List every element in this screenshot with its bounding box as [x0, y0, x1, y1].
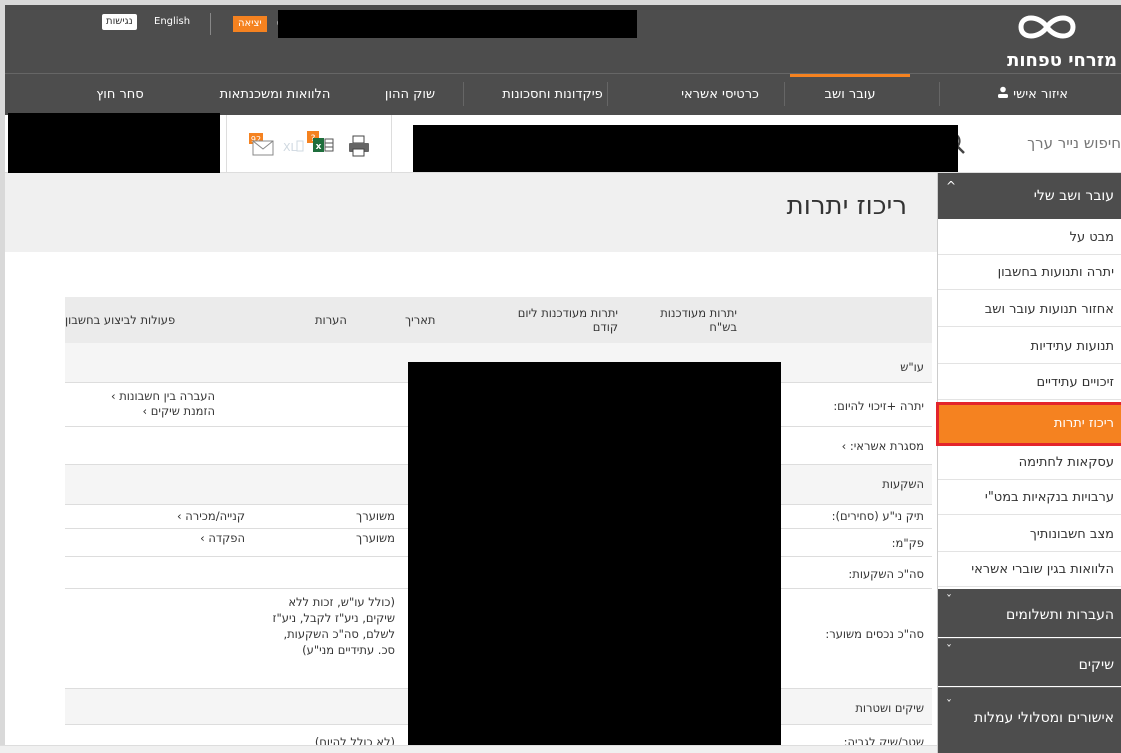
- column-header-actions: פעולות לביצוע בחשבון: [65, 313, 176, 327]
- horizontal-scrollbar[interactable]: [0, 745, 937, 753]
- table-header: יתרות מעודכנות בש"ח יתרות מעודכנות ליום …: [65, 297, 932, 343]
- row-label-deposits: פק"מ:: [891, 536, 924, 550]
- total-assets-note: (כולל עו"ש, זכות ללא שיקים, ניע"ז לקבל, …: [272, 595, 395, 657]
- credit-line-link[interactable]: מסגרת אשראי: ›: [842, 439, 924, 454]
- header-divider: [210, 13, 211, 35]
- nav-separator: [463, 82, 464, 106]
- bank-logo[interactable]: מזרחי טפחות: [987, 13, 1117, 71]
- redacted-account-details: [413, 125, 958, 172]
- security-search: [935, 115, 1121, 173]
- column-header-notes: הערות: [315, 313, 347, 327]
- transfer-between-accounts-link[interactable]: העברה בין חשבונות ›: [95, 389, 215, 404]
- mail-icon[interactable]: 92: [249, 133, 275, 156]
- print-icon[interactable]: [347, 135, 371, 157]
- logo-infinity-icon: [1018, 15, 1076, 39]
- deposits-note: משוערך: [356, 531, 395, 545]
- export-tools: 92 XL ? x: [226, 115, 392, 173]
- redacted-user-name: [278, 10, 637, 38]
- chevron-down-icon: ˇ: [946, 643, 952, 657]
- logout-button[interactable]: יציאה: [233, 16, 267, 32]
- sidebar-item-pending-signature[interactable]: עסקאות לחתימה: [938, 446, 1121, 480]
- nav-separator: [784, 82, 785, 106]
- chevron-down-icon: ˇ: [946, 698, 952, 712]
- chevron-down-icon: ˇ: [946, 593, 952, 607]
- nav-deposits-savings[interactable]: פיקדונות וחסכונות: [495, 74, 610, 115]
- main-navigation: איזור אישי עובר ושב כרטיסי אשראי פיקדונו…: [5, 73, 1121, 115]
- deposit-link[interactable]: הפקדה ›: [145, 531, 245, 546]
- securities-note: משוערך: [356, 509, 395, 523]
- page-title-band: ריכוז יתרות: [5, 173, 937, 252]
- sidebar-item-bank-guarantees[interactable]: ערבויות בנקאיות במט"י: [938, 481, 1121, 515]
- security-search-input[interactable]: [966, 129, 1121, 157]
- svg-text:XL: XL: [283, 141, 298, 154]
- accessibility-button[interactable]: נגישות: [102, 14, 137, 30]
- nav-loans-mortgages[interactable]: הלוואות ומשכנתאות: [200, 74, 350, 115]
- column-header-prev-balance: יתרות מעודכנות ליום קודם: [517, 306, 618, 334]
- row-label-checks-notes: שיקים ושטרות: [855, 701, 924, 715]
- nav-current-account[interactable]: עובר ושב: [790, 74, 910, 115]
- row-label-investments: השקעות: [882, 477, 924, 491]
- excel-icon[interactable]: ? x: [307, 131, 335, 153]
- buy-sell-link[interactable]: קנייה/מכירה ›: [145, 509, 245, 524]
- sidebar-item-future-transactions[interactable]: תנועות עתידיות: [938, 330, 1121, 364]
- sidebar-item-retrieve-transactions[interactable]: אחזור תנועות עובר ושב: [938, 293, 1121, 327]
- sidebar-item-credit-voucher-loans[interactable]: הלוואות בגין שוברי אשראי: [938, 553, 1121, 587]
- chevron-up-icon: ^: [946, 179, 957, 193]
- sidebar-item-accounts-status[interactable]: מצב חשבונותיך: [938, 518, 1121, 552]
- svg-text:x: x: [316, 142, 322, 152]
- logo-text: מזרחי טפחות: [1007, 50, 1117, 71]
- nav-capital-market[interactable]: שוק ההון: [370, 74, 450, 115]
- sidebar-section-approvals-fees[interactable]: אישורים ומסלולי עמלות ˇ: [938, 687, 1121, 753]
- english-language-link[interactable]: English: [154, 14, 190, 30]
- redacted-account-selector: [8, 113, 220, 174]
- sidebar-item-future-credits[interactable]: זיכויים עתידיים: [938, 366, 1121, 400]
- sidebar-section-transfers-payments[interactable]: העברות ותשלומים ˇ: [938, 589, 1121, 637]
- nav-separator: [939, 82, 940, 106]
- sidebar-menu: עובר ושב שלי ^ מבט על יתרה ותנועות בחשבו…: [936, 173, 1121, 753]
- disabled-excel-icon: XL: [281, 137, 305, 159]
- sidebar-section-checks[interactable]: שיקים ˇ: [938, 638, 1121, 686]
- column-header-ils-balance: יתרות מעודכנות בש"ח: [660, 306, 737, 334]
- sidebar-item-balance-summary[interactable]: ריכוז יתרות: [936, 402, 1121, 446]
- nav-foreign-trade[interactable]: סחר חוץ: [85, 74, 155, 115]
- row-label-balance-credit: יתרה +זיכוי להיום:: [833, 399, 924, 413]
- row-label-total-assets: סה"כ נכסים משוער:: [825, 627, 924, 641]
- redacted-balance-values: [408, 362, 781, 753]
- column-header-date: תאריך: [405, 313, 436, 327]
- order-checks-link[interactable]: הזמנת שיקים ›: [95, 404, 215, 419]
- sidebar-item-balance-transactions[interactable]: יתרה ותנועות בחשבון: [938, 256, 1121, 290]
- sidebar-item-overview[interactable]: מבט על: [938, 221, 1121, 255]
- page-title: ריכוז יתרות: [786, 191, 907, 221]
- row-label-securities: תיק ני"ע (סחירים):: [831, 509, 924, 523]
- user-icon: [997, 74, 1009, 115]
- row-label-osh: עו"ש: [900, 360, 924, 374]
- nav-credit-cards[interactable]: כרטיסי אשראי: [665, 74, 775, 115]
- nav-personal-area[interactable]: איזור אישי: [940, 74, 1121, 115]
- row-label-total-investments: סה"כ השקעות:: [848, 567, 924, 581]
- sidebar-section-my-account[interactable]: עובר ושב שלי ^: [938, 173, 1121, 219]
